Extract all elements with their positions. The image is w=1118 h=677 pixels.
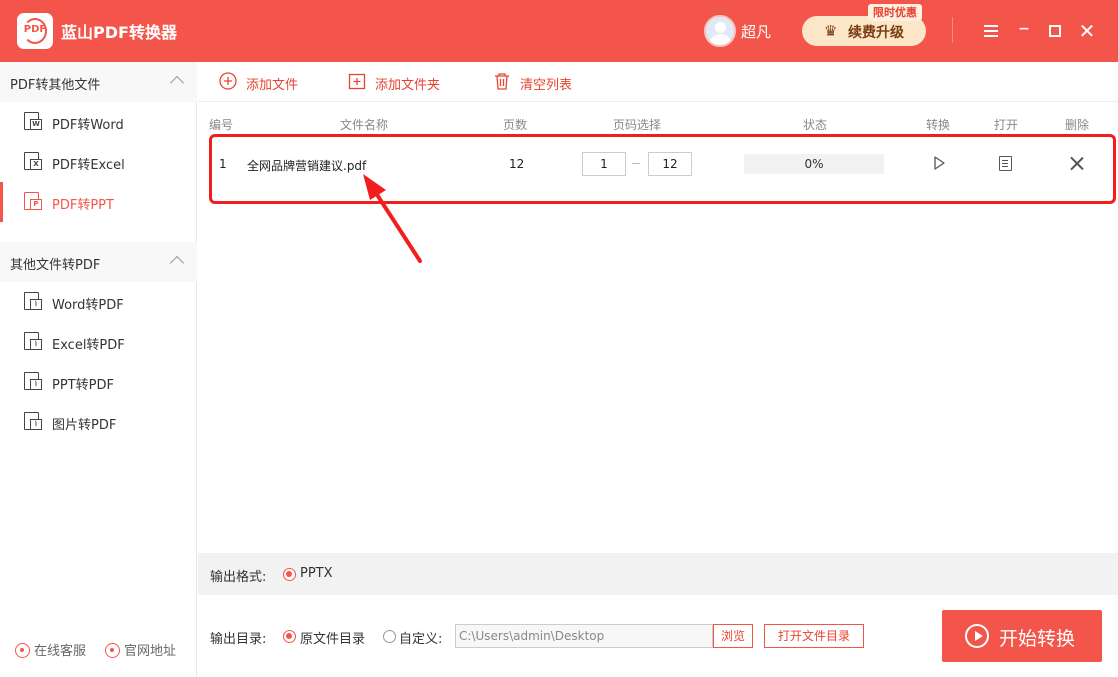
dir-original-label: 原文件目录 — [300, 632, 366, 647]
sidebar-item-image-to-pdf[interactable]: ⌇ 图片转PDF — [0, 402, 197, 442]
group-label: PDF转其他文件 — [10, 78, 101, 93]
open-file-icon[interactable] — [999, 156, 1012, 171]
page-range-from-input[interactable]: 1 — [582, 152, 626, 176]
website-link[interactable]: 官网地址 — [105, 640, 176, 659]
app-logo: PDF — [17, 13, 53, 49]
menu-icon[interactable] — [978, 18, 1004, 44]
sidebar-item-word-to-pdf[interactable]: ⌇ Word转PDF — [0, 282, 197, 322]
ppt-doc-icon: P — [24, 192, 42, 210]
app-title: 蓝山PDF转换器 — [61, 23, 177, 42]
crown-icon: ♛ — [824, 22, 838, 40]
sidebar-item-excel-to-pdf[interactable]: ⌇ Excel转PDF — [0, 322, 197, 362]
col-head-delete: 删除 — [1065, 118, 1090, 132]
sidebar-item-label: PDF转PPT — [52, 198, 114, 213]
avatar-body — [710, 34, 731, 45]
output-format-label: 输出格式: — [210, 570, 267, 585]
sidebar: PDF转其他文件 W PDF转Word X PDF转Excel P PDF转PP… — [0, 62, 197, 677]
sidebar-item-label: 图片转PDF — [52, 418, 117, 433]
col-head-filename: 文件名称 — [340, 118, 389, 132]
output-format-bar — [198, 553, 1118, 595]
minimize-icon[interactable]: – — [1011, 18, 1037, 44]
output-path-input[interactable]: C:\Users\admin\Desktop — [455, 624, 713, 648]
dir-custom-label: 自定义: — [399, 632, 443, 647]
headset-icon — [15, 643, 30, 658]
col-head-pages: 页数 — [503, 118, 528, 132]
row-index: 1 — [219, 157, 227, 171]
add-folder-icon — [348, 73, 366, 90]
group-header-pdf-to-other[interactable]: PDF转其他文件 — [0, 62, 197, 102]
word-doc-icon: W — [24, 112, 42, 130]
pdf-doc-icon: ⌇ — [24, 292, 42, 310]
pdf-doc-icon: ⌇ — [24, 372, 42, 390]
output-dir-label: 输出目录: — [210, 632, 267, 647]
globe-icon — [105, 643, 120, 658]
progress-bar: 0% — [744, 154, 884, 174]
browse-button[interactable]: 浏览 — [713, 624, 753, 648]
page-range-to-input[interactable]: 12 — [648, 152, 692, 176]
promo-badge: 限时优惠 — [868, 4, 922, 21]
format-pptx-radio[interactable] — [283, 568, 296, 581]
pdf-doc-icon: ⌇ — [24, 332, 42, 350]
group-label: 其他文件转PDF — [10, 258, 101, 273]
start-convert-button[interactable]: 开始转换 — [942, 610, 1102, 662]
sidebar-item-label: Word转PDF — [52, 298, 124, 313]
annotation-arrow-icon — [363, 174, 422, 263]
col-head-status: 状态 — [803, 118, 828, 132]
title-separator — [952, 17, 953, 43]
sidebar-item-pdf-to-excel[interactable]: X PDF转Excel — [0, 142, 197, 182]
caret-up-icon — [169, 255, 185, 271]
sidebar-item-label: PDF转Word — [52, 118, 124, 133]
online-support-link[interactable]: 在线客服 — [15, 640, 86, 659]
caret-up-icon — [169, 75, 185, 91]
format-pptx-label: PPTX — [300, 566, 333, 581]
sidebar-item-label: Excel转PDF — [52, 338, 125, 353]
upgrade-label: 续费升级 — [848, 25, 904, 41]
play-icon[interactable] — [930, 154, 948, 172]
dir-custom-radio[interactable] — [383, 630, 396, 643]
start-convert-label: 开始转换 — [999, 628, 1076, 650]
col-head-open: 打开 — [994, 118, 1019, 132]
maximize-icon[interactable] — [1042, 18, 1068, 44]
sidebar-item-ppt-to-pdf[interactable]: ⌇ PPT转PDF — [0, 362, 197, 402]
user-avatar[interactable] — [704, 15, 736, 47]
sidebar-item-pdf-to-word[interactable]: W PDF转Word — [0, 102, 197, 142]
sidebar-item-label: PPT转PDF — [52, 378, 114, 393]
username[interactable]: 超凡 — [741, 21, 771, 42]
avatar-head — [715, 22, 726, 33]
sidebar-item-label: PDF转Excel — [52, 158, 125, 173]
close-icon[interactable]: ✕ — [1074, 18, 1100, 44]
col-head-convert: 转换 — [926, 118, 951, 132]
group-header-other-to-pdf[interactable]: 其他文件转PDF — [0, 242, 197, 282]
trash-icon — [495, 73, 509, 90]
progress-label: 0% — [804, 157, 824, 171]
row-filename: 全网品牌营销建议.pdf — [247, 159, 367, 173]
row-pages: 12 — [509, 157, 525, 171]
delete-icon[interactable] — [1068, 154, 1086, 172]
excel-doc-icon: X — [24, 152, 42, 170]
toolbar: 添加文件 添加文件夹 清空列表 — [198, 62, 1118, 102]
sidebar-item-pdf-to-ppt[interactable]: P PDF转PPT — [0, 182, 197, 222]
pdf-doc-icon: ⌇ — [24, 412, 42, 430]
range-dash — [632, 163, 640, 164]
play-circle-icon — [965, 624, 989, 648]
col-head-index: 编号 — [209, 118, 234, 132]
open-folder-button[interactable]: 打开文件目录 — [764, 624, 864, 648]
title-bar: PDF 蓝山PDF转换器 超凡 ♛ 续费升级 限时优惠 – ✕ — [0, 0, 1118, 62]
add-circle-icon — [219, 72, 237, 90]
col-head-page-range: 页码选择 — [613, 118, 662, 132]
logo-text: PDF — [23, 24, 47, 35]
dir-original-radio[interactable] — [283, 630, 296, 643]
